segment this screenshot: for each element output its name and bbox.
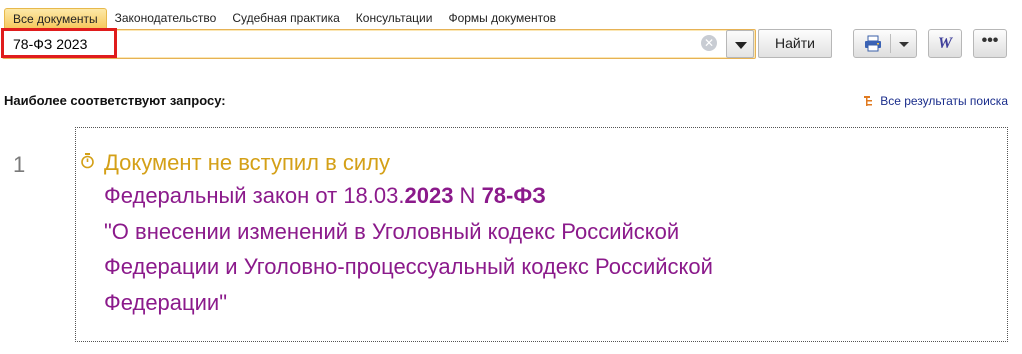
print-button-separator xyxy=(890,34,891,53)
chevron-down-icon xyxy=(735,42,747,49)
print-button[interactable] xyxy=(853,29,917,58)
document-title-line-2: "О внесении изменений в Уголовный кодекс… xyxy=(104,218,680,244)
find-button[interactable]: Найти xyxy=(758,29,832,58)
search-input[interactable] xyxy=(13,34,673,54)
tree-icon xyxy=(864,96,873,106)
word-icon: W xyxy=(937,35,953,52)
document-title-line-3: Федерации и Уголовно-процессуальный коде… xyxy=(104,254,713,279)
all-results-label[interactable]: Все результаты поиска xyxy=(880,94,1008,108)
document-title-line-4: Федерации" xyxy=(104,289,228,315)
search-box: ✕ xyxy=(2,29,756,59)
more-icon: ••• xyxy=(981,32,999,49)
tab-document-forms[interactable]: Формы документов xyxy=(440,8,564,28)
search-history-dropdown[interactable] xyxy=(726,30,754,58)
more-button[interactable]: ••• xyxy=(973,29,1007,58)
document-title-line-1: Федеральный закон от 18.03.2023 N 78-ФЗ xyxy=(104,183,546,208)
tab-all-documents[interactable]: Все документы xyxy=(4,7,107,29)
tab-consultations[interactable]: Консультации xyxy=(348,8,441,28)
result-number: 1 xyxy=(13,152,26,177)
document-type-tabs: Все документы Законодательство Судебная … xyxy=(4,7,564,29)
document-status: Документ не вступил в силу xyxy=(104,150,391,175)
clear-icon[interactable]: ✕ xyxy=(701,35,717,51)
all-results-link[interactable]: Все результаты поиска xyxy=(864,94,1008,108)
printer-icon xyxy=(865,35,881,52)
export-word-button[interactable]: W xyxy=(928,29,962,58)
tab-court-practice[interactable]: Судебная практика xyxy=(224,8,347,28)
chevron-down-icon[interactable] xyxy=(899,42,909,47)
tab-legislation[interactable]: Законодательство xyxy=(107,8,225,28)
results-heading: Наиболее соответствуют запросу: xyxy=(4,93,226,108)
clock-icon xyxy=(81,153,94,169)
document-title-link[interactable]: Федеральный закон от 18.03.2023 N 78-ФЗ … xyxy=(104,178,984,320)
